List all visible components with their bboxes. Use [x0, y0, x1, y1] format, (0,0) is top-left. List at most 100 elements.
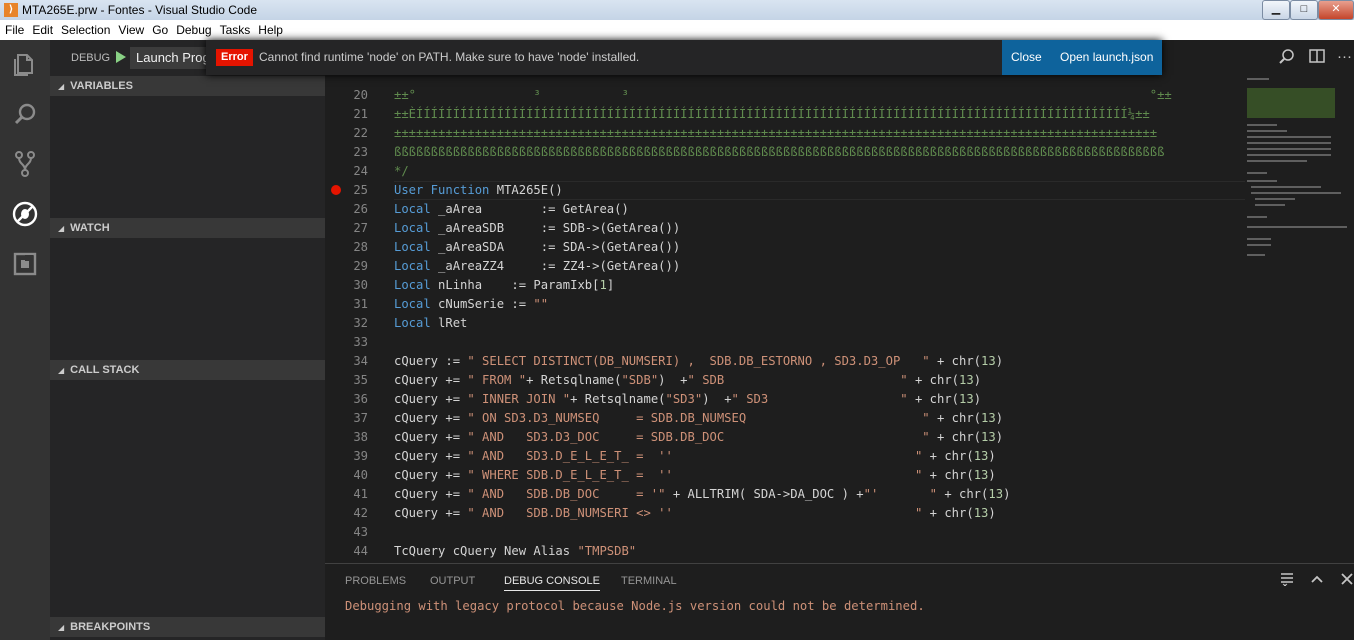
code-token: ] — [606, 278, 615, 292]
code-token: + chr( — [929, 411, 982, 425]
watch-section-header[interactable]: ◢ WATCH — [50, 218, 325, 238]
code-line[interactable]: 26 Local _aArea := GetArea() — [325, 200, 1245, 219]
menu-go[interactable]: Go — [148, 20, 172, 37]
tab-debug-console[interactable]: DEBUG CONSOLE — [504, 575, 600, 591]
more-actions-icon[interactable]: ··· — [1337, 48, 1352, 65]
code-token: 13 — [981, 411, 996, 425]
code-line[interactable]: 31 Local cNumSerie := "" — [325, 295, 1245, 314]
chevron-down-icon: ◢ — [58, 623, 65, 632]
start-debugging-icon[interactable] — [116, 51, 126, 63]
debug-icon[interactable] — [0, 194, 50, 234]
line-number: 42 — [353, 506, 368, 520]
breakpoints-section-header[interactable]: ◢ BREAKPOINTS — [50, 617, 325, 637]
menu-view[interactable]: View — [114, 20, 148, 37]
call-stack-section-header[interactable]: ◢ CALL STACK — [50, 360, 325, 380]
search-icon[interactable] — [0, 94, 50, 134]
open-launch-json-button[interactable]: Open launch.json — [1060, 50, 1153, 64]
code-line[interactable]: 35 cQuery += " FROM "+ Retsqlname("SDB") … — [325, 371, 1245, 390]
editor-actions-bar: ··· — [1245, 40, 1354, 76]
tab-output[interactable]: OUTPUT — [430, 575, 475, 587]
code-token: cQuery += — [394, 487, 468, 501]
breakpoint-icon[interactable] — [331, 185, 341, 195]
code-token: cQuery += — [394, 449, 468, 463]
minimap[interactable] — [1245, 76, 1354, 563]
code-line[interactable]: 23 ßßßßßßßßßßßßßßßßßßßßßßßßßßßßßßßßßßßßßß… — [325, 143, 1245, 162]
code-line[interactable]: 22 ±±±±±±±±±±±±±±±±±±±±±±±±±±±±±±±±±±±±±±… — [325, 124, 1245, 143]
code-text: Local _aArea := GetArea() — [394, 200, 629, 219]
code-text: Local nLinha := ParamIxb[1] — [394, 276, 614, 295]
code-text: TcQuery cQuery New Alias "TMPSDB" — [394, 542, 636, 561]
tab-problems[interactable]: PROBLEMS — [345, 575, 406, 587]
code-token: "TMPSDB" — [577, 544, 637, 558]
code-text: cQuery += " WHERE SDB.D_E_L_E_T_ = '' " … — [394, 466, 996, 485]
window-title: MTA265E.prw - Fontes - Visual Studio Cod… — [22, 3, 257, 17]
close-panel-icon[interactable] — [1341, 572, 1353, 590]
close-button[interactable]: Close — [1011, 50, 1042, 64]
close-window-button[interactable]: ✕ — [1318, 0, 1354, 20]
code-text: Local _aAreaZZ4 := ZZ4->(GetArea()) — [394, 257, 680, 276]
code-editor[interactable]: 20 ±±° ³ ³ °±± 21 ±±ÈÍÍÍÍÍÍÍÍÍÍÍÍÍÍÍÍÍÍÍÍÍÍ… — [325, 76, 1245, 563]
code-token: cQuery += — [394, 468, 468, 482]
title-bar: ⟩ MTA265E.prw - Fontes - Visual Studio C… — [0, 0, 1354, 20]
code-line[interactable]: 27 Local _aAreaSDB := SDB->(GetArea()) — [325, 219, 1245, 238]
code-line[interactable]: 33 — [325, 333, 1245, 352]
code-token: ±±° ³ ³ °±± — [394, 88, 1172, 102]
menu-edit[interactable]: Edit — [28, 20, 57, 37]
code-token: ) + — [702, 392, 732, 406]
tab-terminal[interactable]: TERMINAL — [621, 575, 677, 587]
code-line[interactable]: 28 Local _aAreaSDA := SDA->(GetArea()) — [325, 238, 1245, 257]
code-line[interactable]: 30 Local nLinha := ParamIxb[1] — [325, 276, 1245, 295]
code-token: " ON SD3.D3_NUMSEQ = SDB.DB_NUMSEQ " — [467, 411, 930, 425]
code-line[interactable]: 20 ±±° ³ ³ °±± — [325, 86, 1245, 105]
code-line[interactable]: 34 cQuery := " SELECT DISTINCT(DB_NUMSERI… — [325, 352, 1245, 371]
chevron-down-icon: ◢ — [58, 366, 65, 375]
code-line[interactable]: 29 Local _aAreaZZ4 := ZZ4->(GetArea()) — [325, 257, 1245, 276]
code-token: "SD3" — [665, 392, 703, 406]
code-token: + chr( — [907, 373, 960, 387]
open-changes-icon[interactable] — [1279, 48, 1295, 68]
code-line[interactable]: 37 cQuery += " ON SD3.D3_NUMSEQ = SDB.DB_… — [325, 409, 1245, 428]
maximize-panel-icon[interactable] — [1310, 572, 1324, 590]
code-text: ±±ÈÍÍÍÍÍÍÍÍÍÍÍÍÍÍÍÍÍÍÍÍÍÍÍÍÍÍÍÍÍÍÍÍÍÍÍÍÍ… — [394, 105, 1150, 124]
code-token: Local — [394, 316, 439, 330]
code-line[interactable]: 40 cQuery += " WHERE SDB.D_E_L_E_T_ = '' … — [325, 466, 1245, 485]
code-line[interactable]: 38 cQuery += " AND SD3.D3_DOC = SDB.DB_DO… — [325, 428, 1245, 447]
menu-bar: File Edit Selection View Go Debug Tasks Help — [0, 20, 1354, 40]
menu-tasks[interactable]: Tasks — [216, 20, 255, 37]
code-line[interactable]: 32 Local lRet — [325, 314, 1245, 333]
code-line[interactable]: 43 — [325, 523, 1245, 542]
code-token: " WHERE SDB.D_E_L_E_T_ = '' " — [467, 468, 923, 482]
code-line[interactable]: 42 cQuery += " AND SDB.DB_NUMSERI <> '' "… — [325, 504, 1245, 523]
code-text: Local cNumSerie := "" — [394, 295, 548, 314]
code-text: cQuery += " AND SD3.D3_DOC = SDB.DB_DOC … — [394, 428, 1003, 447]
menu-selection[interactable]: Selection — [57, 20, 114, 37]
menu-debug[interactable]: Debug — [172, 20, 215, 37]
minimize-button[interactable]: ▁ — [1262, 0, 1290, 20]
extensions-icon[interactable] — [0, 244, 50, 284]
menu-help[interactable]: Help — [254, 20, 287, 37]
code-line[interactable]: 44 TcQuery cQuery New Alias "TMPSDB" — [325, 542, 1245, 561]
code-line[interactable]: 36 cQuery += " INNER JOIN "+ Retsqlname("… — [325, 390, 1245, 409]
files-icon[interactable] — [0, 44, 50, 84]
line-number: 28 — [353, 240, 368, 254]
code-line[interactable]: 41 cQuery += " AND SDB.DB_DOC = '" + ALLT… — [325, 485, 1245, 504]
code-line[interactable]: 21 ±±ÈÍÍÍÍÍÍÍÍÍÍÍÍÍÍÍÍÍÍÍÍÍÍÍÍÍÍÍÍÍÍÍÍÍÍÍ… — [325, 105, 1245, 124]
launch-config-select[interactable]: Launch Program — [130, 47, 215, 69]
code-line[interactable]: 39 cQuery += " AND SD3.D_E_L_E_T_ = '' " … — [325, 447, 1245, 466]
code-token: 13 — [981, 430, 996, 444]
code-token: cQuery += — [394, 430, 468, 444]
code-line[interactable]: 24 */ — [325, 162, 1245, 181]
debug-sidebar: DEBUG Launch Program ◢VARIABLES ◢WATCH ◢… — [50, 40, 325, 640]
source-control-icon[interactable] — [0, 144, 50, 184]
code-text: */ — [394, 162, 409, 181]
code-token: cQuery := — [394, 354, 468, 368]
clear-console-icon[interactable] — [1280, 572, 1294, 590]
split-editor-icon[interactable] — [1309, 48, 1325, 68]
menu-file[interactable]: File — [0, 20, 28, 37]
code-token: "' " — [863, 487, 937, 501]
variables-section-header[interactable]: ◢ VARIABLES — [50, 76, 325, 96]
code-token: + chr( — [922, 506, 974, 520]
line-number: 29 — [353, 259, 368, 273]
maximize-button[interactable]: □ — [1290, 0, 1318, 20]
code-token: 13 — [973, 449, 989, 463]
